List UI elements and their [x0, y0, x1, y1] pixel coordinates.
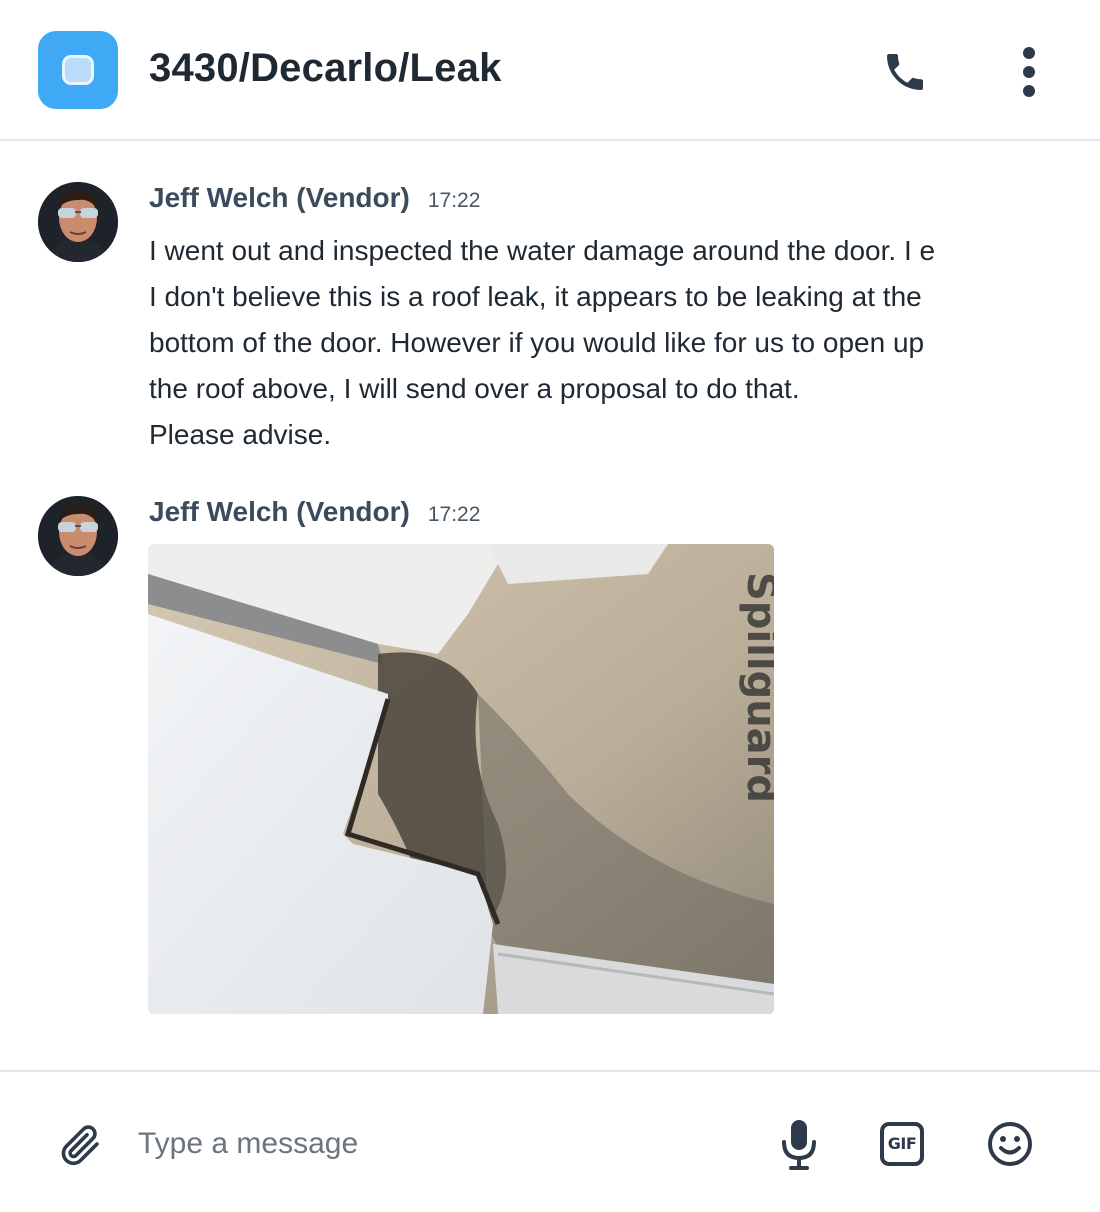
- message-item: Jeff Welch (Vendor) 17:22 I went out and …: [0, 182, 1100, 452]
- more-vertical-icon: [1023, 47, 1035, 97]
- message-header: Jeff Welch (Vendor) 17:22: [149, 182, 480, 214]
- message-time: 17:22: [427, 503, 481, 526]
- message-text: I went out and inspected the water damag…: [149, 228, 1079, 458]
- more-options-button[interactable]: [1012, 46, 1046, 98]
- paperclip-icon: [61, 1125, 99, 1166]
- message-author[interactable]: Jeff Welch (Vendor): [149, 182, 410, 213]
- message-line: Please advise.: [149, 419, 332, 450]
- message-line: I went out and inspected the water damag…: [149, 235, 936, 266]
- avatar[interactable]: [38, 182, 118, 262]
- microphone-icon: [782, 1120, 816, 1170]
- avatar[interactable]: [38, 496, 118, 576]
- message-item: Jeff Welch (Vendor) 17:22 Spillguard: [0, 496, 1100, 1026]
- call-button[interactable]: [880, 48, 930, 96]
- message-line: the roof above, I will send over a propo…: [149, 373, 800, 404]
- photo-watermark-text: Spillguard: [738, 572, 774, 803]
- message-author[interactable]: Jeff Welch (Vendor): [149, 496, 410, 527]
- chat-header: 3430/Decarlo/Leak: [0, 0, 1100, 141]
- message-line: I don't believe this is a roof leak, it …: [149, 281, 922, 312]
- message-photo[interactable]: Spillguard: [148, 544, 774, 1014]
- message-line: bottom of the door. However if you would…: [149, 327, 925, 358]
- voice-message-button[interactable]: [780, 1118, 818, 1170]
- emoji-button[interactable]: [986, 1120, 1034, 1168]
- message-header: Jeff Welch (Vendor) 17:22: [149, 496, 480, 528]
- smiley-icon: [988, 1122, 1032, 1166]
- gif-button[interactable]: GIF: [878, 1120, 926, 1168]
- attach-button[interactable]: [56, 1120, 104, 1170]
- message-time: 17:22: [427, 189, 481, 212]
- gif-icon: GIF: [880, 1122, 924, 1166]
- phone-icon: [887, 54, 923, 90]
- channel-square-icon: [38, 31, 118, 109]
- message-composer: GIF: [0, 1070, 1100, 1212]
- channel-title: 3430/Decarlo/Leak: [149, 46, 502, 90]
- message-input[interactable]: [138, 1118, 738, 1170]
